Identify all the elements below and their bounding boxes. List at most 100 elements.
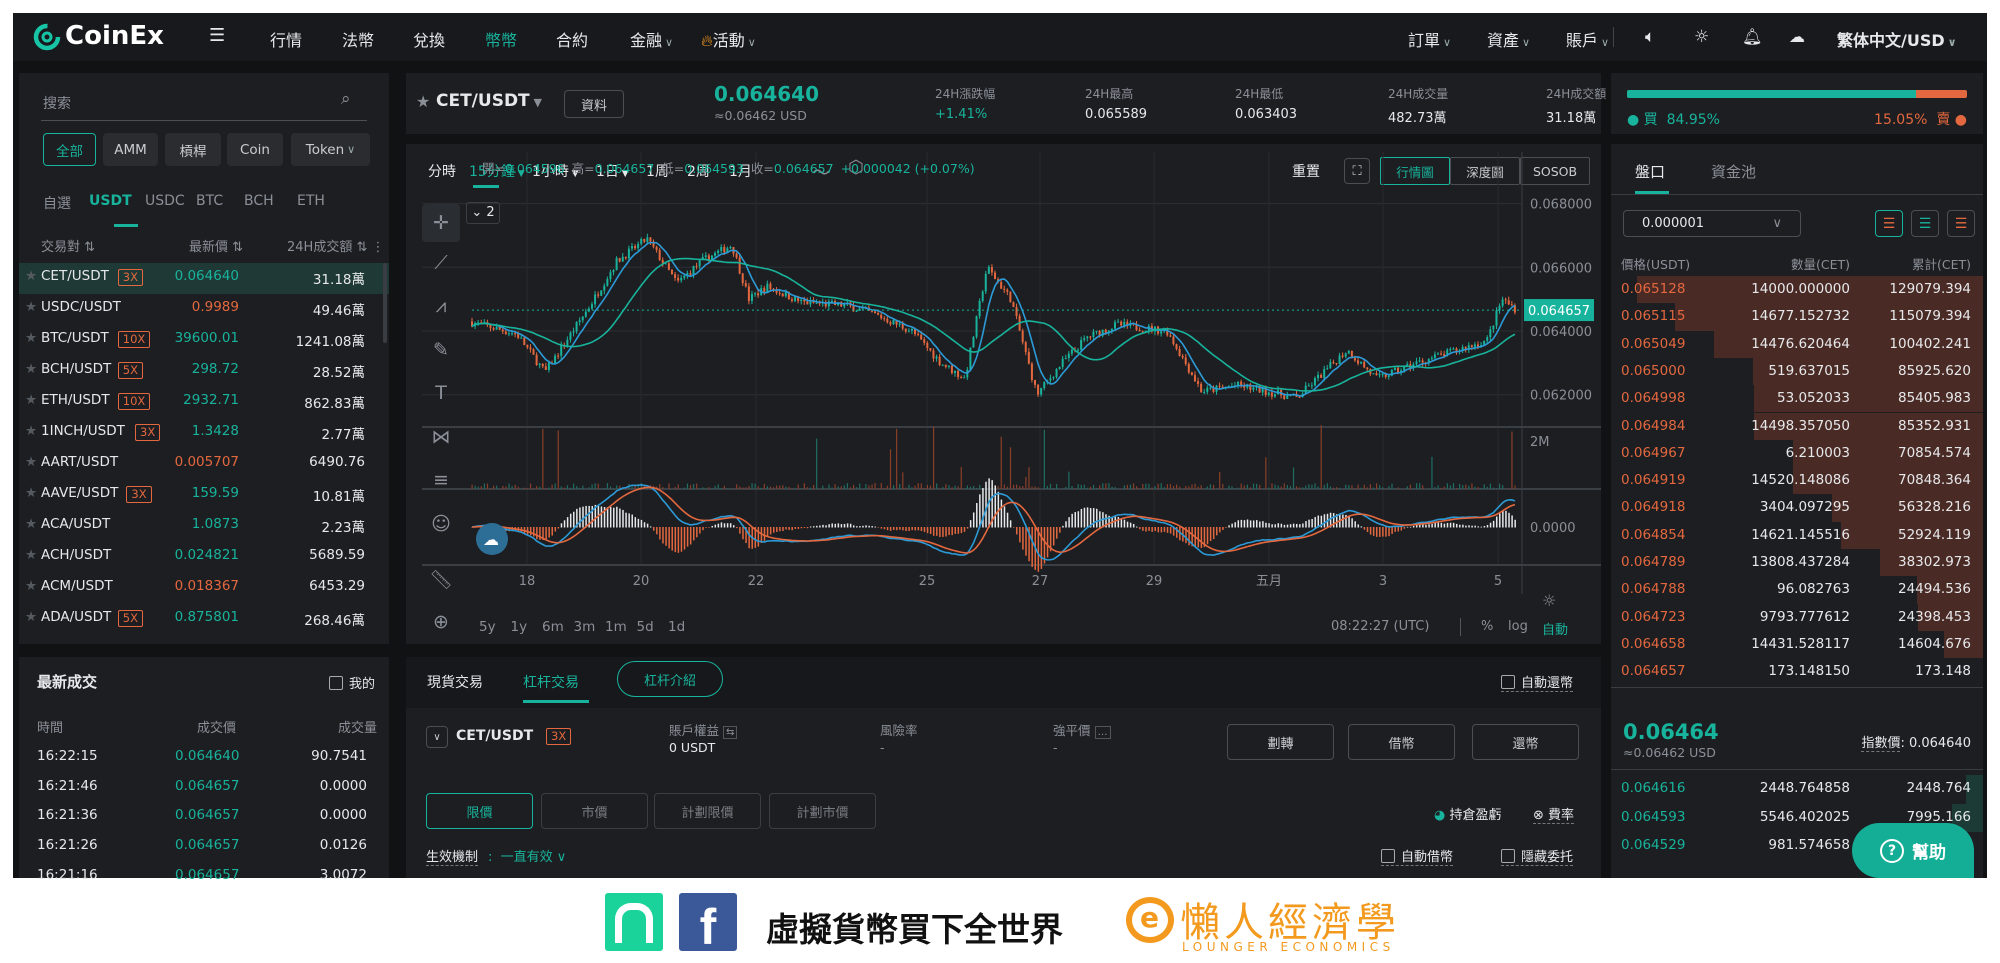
- order-type-tab[interactable]: 限價: [426, 793, 533, 829]
- quote-tab[interactable]: 自選: [43, 193, 71, 213]
- filter-token[interactable]: Token ∨: [291, 133, 370, 166]
- nav-item[interactable]: 金融 ∨: [630, 27, 673, 51]
- quote-tab[interactable]: BCH: [244, 193, 274, 209]
- info-button[interactable]: 資料: [564, 90, 624, 118]
- fee-rate-link[interactable]: ⊗ 費率: [1533, 804, 1575, 824]
- market-row[interactable]: ★ USDC/USDT 0.9989 49.46萬: [19, 294, 389, 325]
- chevron-down-icon[interactable]: ∨: [426, 726, 448, 748]
- tab-orderbook[interactable]: 盤口: [1635, 161, 1665, 182]
- sound-icon[interactable]: 🔈︎: [1645, 27, 1655, 47]
- ruler-icon[interactable]: 📏︎: [428, 566, 454, 592]
- view-asks-icon[interactable]: ☰: [1947, 210, 1975, 237]
- favorite-star-icon[interactable]: ★: [25, 454, 37, 470]
- margin-intro-button[interactable]: 杠杆介紹: [617, 661, 723, 697]
- favorite-star-icon[interactable]: ★: [25, 392, 37, 408]
- favorite-star-icon[interactable]: ★: [416, 92, 430, 111]
- filter-槓桿[interactable]: 槓桿: [165, 133, 221, 166]
- scrollbar[interactable]: [383, 263, 387, 343]
- search-icon[interactable]: ⌕: [341, 89, 351, 109]
- nav-account[interactable]: 賬戶 ∨: [1566, 27, 1609, 51]
- order-type-tab[interactable]: 市價: [541, 793, 648, 829]
- market-row[interactable]: ★ ADA/USDT 5X 0.875801 268.46萬: [19, 604, 389, 635]
- order-type-tab[interactable]: 計劃市價: [769, 793, 876, 829]
- market-row[interactable]: ★ AAVE/USDT 3X 159.59 10.81萬: [19, 480, 389, 511]
- ask-row[interactable]: 0.064918 3404.097295 56328.216: [1611, 494, 1983, 522]
- market-row[interactable]: ★ ACH/USDT 0.024821 5689.59: [19, 542, 389, 573]
- collapse-indicators-button[interactable]: ⌄ 2: [466, 202, 500, 224]
- market-row[interactable]: ★ BCH/USDT 5X 298.72 28.52萬: [19, 356, 389, 387]
- quote-tab[interactable]: BTC: [196, 193, 223, 209]
- pattern-icon[interactable]: ⋈: [428, 424, 454, 450]
- col-price[interactable]: 最新價 ⇅: [189, 236, 243, 255]
- auto-borrow-checkbox[interactable]: 自動借幣: [1381, 846, 1454, 866]
- pair-selector[interactable]: CET/USDT ▼: [436, 91, 542, 111]
- range-button[interactable]: 3m: [574, 619, 596, 635]
- measure-icon[interactable]: ≡: [428, 467, 454, 493]
- auto-repay-checkbox[interactable]: 自動還幣: [1501, 672, 1574, 692]
- nav-assets[interactable]: 資產 ∨: [1487, 27, 1530, 51]
- ask-row[interactable]: 0.064984 14498.357050 85352.931: [1611, 412, 1983, 440]
- position-pnl-link[interactable]: ◕ 持倉盈虧: [1434, 804, 1502, 823]
- ask-row[interactable]: 0.064967 6.210003 70854.574: [1611, 439, 1983, 468]
- percent-scale-toggle[interactable]: %: [1481, 619, 1493, 634]
- ask-row[interactable]: 0.064657 173.148150 173.148: [1611, 658, 1983, 686]
- tab-spot[interactable]: 現貨交易: [427, 672, 483, 692]
- fib-icon[interactable]: ⩘: [428, 293, 454, 319]
- ask-row[interactable]: 0.064854 14621.145516 52924.119: [1611, 521, 1983, 549]
- ask-row[interactable]: 0.064788 96.082763 24494.536: [1611, 576, 1983, 604]
- favorite-star-icon[interactable]: ★: [25, 330, 37, 346]
- language-currency-select[interactable]: 繁体中文/USD ∨: [1837, 27, 1957, 51]
- precision-select[interactable]: 0.000001 ∨: [1623, 210, 1801, 237]
- filter-全部[interactable]: 全部: [43, 133, 96, 166]
- ask-row[interactable]: 0.064789 13808.437284 38302.973: [1611, 549, 1983, 577]
- view-both-icon[interactable]: ☰: [1875, 210, 1903, 237]
- market-row[interactable]: ★ 1INCH/USDT 3X 1.3428 2.77萬: [19, 418, 389, 449]
- range-button[interactable]: 6m: [542, 619, 564, 635]
- download-cloud-icon[interactable]: ☁: [1789, 27, 1805, 46]
- market-row[interactable]: ★ ACA/USDT 1.0873 2.23萬: [19, 511, 389, 542]
- nav-item[interactable]: 法幣: [342, 27, 374, 51]
- auto-scale-toggle[interactable]: 自動: [1542, 619, 1568, 638]
- margin-action-button[interactable]: 借幣: [1348, 724, 1455, 760]
- ask-row[interactable]: 0.065115 14677.152732 115079.394: [1611, 303, 1983, 331]
- ask-row[interactable]: 0.065128 14000.000000 129079.394: [1611, 276, 1983, 304]
- market-row[interactable]: ★ ETH/USDT 10X 2932.71 862.83萬: [19, 387, 389, 418]
- quote-tab[interactable]: ETH: [297, 193, 325, 209]
- ask-row[interactable]: 0.065049 14476.620464 100402.241: [1611, 330, 1983, 358]
- range-button[interactable]: 1d: [668, 619, 685, 635]
- market-row[interactable]: ★ AART/USDT 0.005707 6490.76: [19, 449, 389, 480]
- favorite-star-icon[interactable]: ★: [25, 547, 37, 563]
- ask-row[interactable]: 0.064723 9793.777612 24398.453: [1611, 603, 1983, 631]
- help-button[interactable]: ? 幫助: [1852, 823, 1974, 878]
- menu-icon[interactable]: ☰: [209, 25, 225, 46]
- hide-order-checkbox[interactable]: 隱藏委托: [1501, 846, 1574, 866]
- quote-tab[interactable]: USDT: [89, 193, 132, 209]
- filter-coin[interactable]: Coin: [227, 133, 283, 166]
- tab-margin[interactable]: 杠杆交易: [523, 672, 579, 692]
- ask-row[interactable]: 0.064658 14431.528117 14604.676: [1611, 630, 1983, 659]
- col-volume[interactable]: 24H成交額 ⇅ ⋮: [287, 236, 385, 255]
- margin-action-button[interactable]: 還幣: [1472, 724, 1579, 760]
- mine-checkbox[interactable]: 我的: [329, 673, 375, 692]
- quote-tab[interactable]: USDC: [145, 193, 185, 209]
- col-pair[interactable]: 交易對 ⇅: [41, 236, 95, 255]
- emoji-icon[interactable]: ☺: [428, 511, 454, 537]
- tab-liquidity-pool[interactable]: 資金池: [1711, 161, 1756, 182]
- search-input[interactable]: 搜索: [43, 93, 71, 113]
- bell-icon[interactable]: 🔔︎: [1742, 27, 1762, 46]
- order-type-tab[interactable]: 計劃限價: [654, 793, 761, 829]
- crosshair-icon[interactable]: ✛: [422, 204, 460, 242]
- view-bids-icon[interactable]: ☰: [1911, 210, 1939, 237]
- favorite-star-icon[interactable]: ★: [25, 609, 37, 625]
- market-row[interactable]: ★ BTC/USDT 10X 39600.01 1241.08萬: [19, 325, 389, 356]
- validity-select[interactable]: : 一直有效 ∨: [488, 846, 566, 865]
- favorite-star-icon[interactable]: ★: [25, 578, 37, 594]
- nav-orders[interactable]: 訂單 ∨: [1408, 27, 1451, 51]
- nav-item[interactable]: 合約: [556, 27, 588, 51]
- margin-action-button[interactable]: 劃轉: [1227, 724, 1334, 760]
- favorite-star-icon[interactable]: ★: [25, 485, 37, 501]
- trend-line-icon[interactable]: ⟋: [428, 250, 454, 276]
- favorite-star-icon[interactable]: ★: [25, 423, 37, 439]
- theme-sun-icon[interactable]: ☼: [1694, 27, 1709, 47]
- text-icon[interactable]: T: [428, 380, 454, 406]
